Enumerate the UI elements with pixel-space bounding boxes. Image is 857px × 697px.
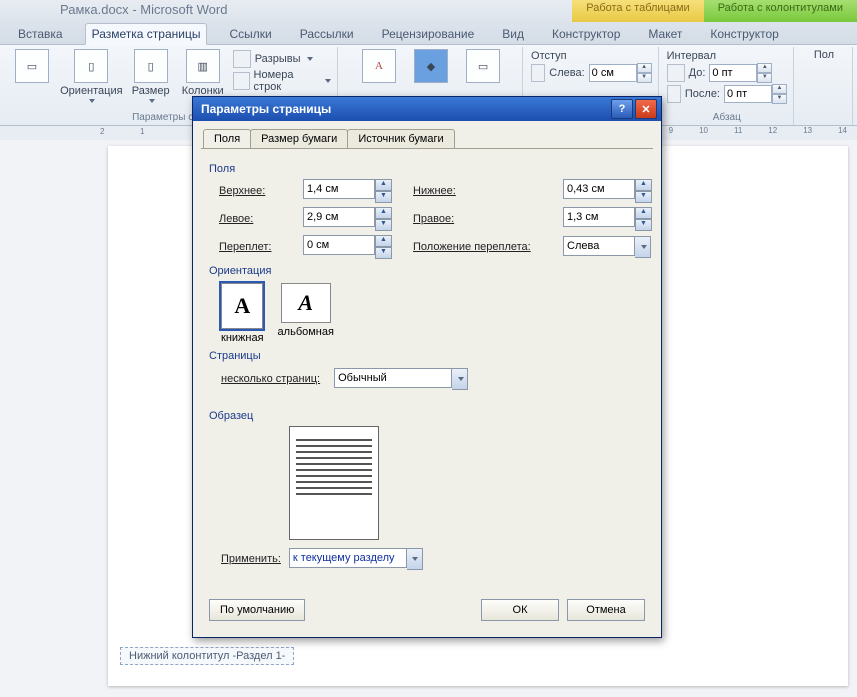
margin-left-spinner[interactable]: ▲▼ <box>303 207 403 231</box>
chevron-down-icon <box>89 99 95 103</box>
chevron-down-icon[interactable] <box>635 236 651 258</box>
tab-paper-source[interactable]: Источник бумаги <box>347 129 454 148</box>
label-right: Правое: <box>413 213 553 225</box>
chevron-down-icon[interactable] <box>407 548 423 570</box>
label-multi-pages: несколько страниц: <box>221 373 320 385</box>
contextual-tab-headers[interactable]: Работа с колонтитулами <box>704 0 857 22</box>
label-apply: Применить: <box>221 553 281 565</box>
size-button[interactable]: ▯ Размер <box>129 49 173 103</box>
line-numbers-icon <box>233 72 250 90</box>
label-gutter-pos: Положение переплета: <box>413 241 553 253</box>
group-caption-paragraph: Абзац <box>713 110 741 123</box>
section-margins: Поля <box>209 163 645 175</box>
page-borders-icon: ▭ <box>466 49 500 83</box>
dialog-titlebar[interactable]: Параметры страницы ? ✕ <box>193 97 661 121</box>
margin-right-spinner[interactable]: ▲▼ <box>563 207 663 231</box>
label-gutter: Переплет: <box>219 241 293 253</box>
breaks-icon <box>233 50 251 68</box>
orientation-landscape[interactable]: A альбомная <box>278 283 334 344</box>
label-bottom: Нижнее: <box>413 185 553 197</box>
gutter-spinner[interactable]: ▲▼ <box>303 235 403 259</box>
page-color-button[interactable]: ◆ <box>409 49 453 83</box>
page-preview <box>289 426 379 540</box>
tab-review[interactable]: Рецензирование <box>376 24 481 44</box>
contextual-tab-tables[interactable]: Работа с таблицами <box>572 0 703 22</box>
columns-icon: ▥ <box>186 49 220 83</box>
spacing-after-icon <box>667 85 681 103</box>
ok-button[interactable]: ОК <box>481 599 559 621</box>
tab-paper-size[interactable]: Размер бумаги <box>250 129 348 148</box>
orientation-button[interactable]: ▯ Ориентация <box>62 49 121 103</box>
tab-constructor-tables[interactable]: Конструктор <box>546 24 626 44</box>
landscape-icon: A <box>281 283 331 323</box>
cancel-button[interactable]: Отмена <box>567 599 645 621</box>
document-filename: Рамка.docx <box>60 2 129 17</box>
indent-label: Отступ <box>531 50 652 62</box>
default-button[interactable]: По умолчанию <box>209 599 305 621</box>
tab-margins[interactable]: Поля <box>203 129 251 148</box>
margins-icon: ▭ <box>15 49 49 83</box>
footer-section-tag[interactable]: Нижний колонтитул -Раздел 1- <box>120 647 294 665</box>
breaks-button[interactable]: Разрывы <box>233 50 331 68</box>
chevron-down-icon[interactable] <box>452 368 468 390</box>
margin-bottom-spinner[interactable]: ▲▼ <box>563 179 663 203</box>
margins-button[interactable]: ▭ <box>10 49 54 85</box>
more-button[interactable]: Пол <box>802 49 846 61</box>
watermark-icon: A <box>362 49 396 83</box>
portrait-icon: A <box>221 283 263 329</box>
group-more: Пол <box>796 47 853 125</box>
chevron-down-icon <box>325 79 331 83</box>
tab-references[interactable]: Ссылки <box>223 24 277 44</box>
tab-constructor-headers[interactable]: Конструктор <box>704 24 784 44</box>
dialog-title: Параметры страницы <box>201 102 331 116</box>
page-color-icon: ◆ <box>414 49 448 83</box>
group-interval: Интервал До: ▲▼ После: ▲▼ Абзац <box>661 47 794 125</box>
label-left: Левое: <box>219 213 293 225</box>
orientation-icon: ▯ <box>74 49 108 83</box>
section-orientation: Ориентация <box>209 265 645 277</box>
page-setup-dialog: Параметры страницы ? ✕ Поля Размер бумаг… <box>192 96 662 638</box>
columns-button[interactable]: ▥ Колонки <box>181 49 225 97</box>
line-numbers-button[interactable]: Номера строк <box>233 69 331 93</box>
spacing-before-icon <box>667 64 685 82</box>
ribbon-tabs: Вставка Разметка страницы Ссылки Рассылк… <box>0 22 857 45</box>
section-pages: Страницы <box>209 350 645 362</box>
size-icon: ▯ <box>134 49 168 83</box>
close-button[interactable]: ✕ <box>635 99 657 119</box>
multi-pages-combo[interactable] <box>334 368 468 390</box>
page-borders-button[interactable]: ▭ <box>461 49 505 83</box>
contextual-tabs: Работа с таблицами Работа с колонтитулам… <box>572 0 857 22</box>
interval-label: Интервал <box>667 50 787 62</box>
watermark-button[interactable]: A <box>357 49 401 83</box>
indent-left-spinner[interactable]: ▲▼ <box>589 63 652 83</box>
apply-to-combo[interactable] <box>289 548 423 570</box>
tab-layout[interactable]: Макет <box>642 24 688 44</box>
chevron-down-icon <box>149 99 155 103</box>
chevron-down-icon <box>307 57 313 61</box>
spacing-before-spinner[interactable]: ▲▼ <box>709 63 772 83</box>
tab-view[interactable]: Вид <box>496 24 530 44</box>
margin-top-spinner[interactable]: ▲▼ <box>303 179 403 203</box>
help-button[interactable]: ? <box>611 99 633 119</box>
tab-mailings[interactable]: Рассылки <box>294 24 360 44</box>
tab-insert[interactable]: Вставка <box>12 24 69 44</box>
tab-page-layout[interactable]: Разметка страницы <box>85 23 208 45</box>
section-preview: Образец <box>209 410 645 422</box>
gutter-position-combo[interactable] <box>563 236 663 258</box>
spacing-after-spinner[interactable]: ▲▼ <box>724 84 787 104</box>
indent-left-icon <box>531 64 545 82</box>
app-name: Microsoft Word <box>140 2 227 17</box>
label-top: Верхнее: <box>219 185 293 197</box>
orientation-portrait[interactable]: A книжная <box>221 283 264 344</box>
